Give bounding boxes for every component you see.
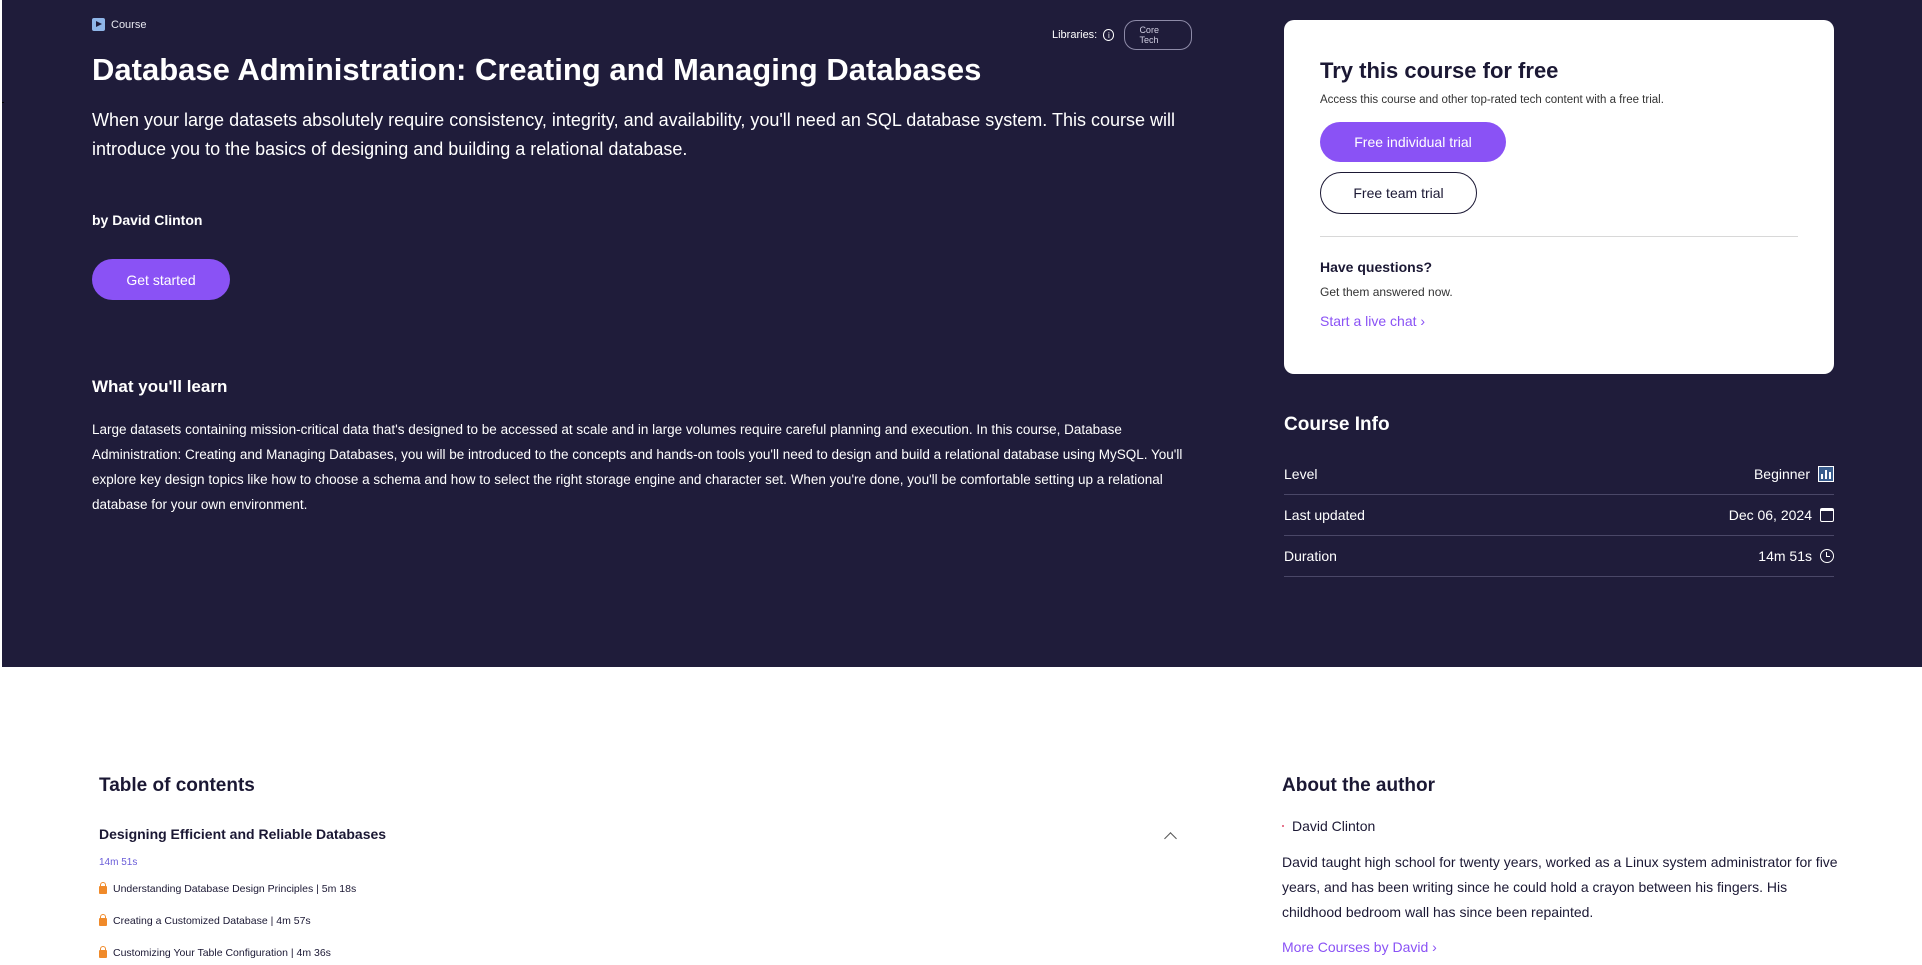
toc-lesson[interactable]: Understanding Database Design Principles… <box>99 882 357 895</box>
course-info-heading: Course Info <box>1284 414 1390 435</box>
learn-heading: What you'll learn <box>92 377 228 396</box>
info-value: Beginner <box>1753 466 1810 482</box>
free-team-trial-button[interactable]: Free team trial <box>1320 172 1477 214</box>
get-started-button[interactable]: Get started <box>92 259 230 300</box>
author-name[interactable]: David Clinton <box>1282 818 1375 834</box>
toc-section-duration: 14m 51s <box>99 857 138 868</box>
course-type-label: Course <box>111 18 147 31</box>
lock-icon <box>99 914 107 926</box>
course-info-row-last-updated: Last updated Dec 06, 2024 <box>1284 495 1834 536</box>
course-type-tag: Course <box>92 18 146 31</box>
free-individual-trial-button[interactable]: Free individual trial <box>1320 122 1506 162</box>
calendar-icon <box>1820 508 1834 522</box>
author-bio: David taught high school for twenty year… <box>1282 854 1838 920</box>
bar-chart-icon <box>1818 466 1834 482</box>
avatar <box>1282 825 1284 827</box>
info-value: 14m 51s <box>1758 548 1812 564</box>
play-icon <box>92 18 105 31</box>
author-name-label: David Clinton <box>1292 818 1376 834</box>
author-byline: by David Clinton <box>92 212 203 228</box>
libraries-label: Libraries: <box>1052 29 1098 41</box>
more-courses-link[interactable]: More Courses by David › <box>1282 939 1437 955</box>
course-info-row-level: Level Beginner <box>1284 454 1834 495</box>
info-label: Last updated <box>1284 507 1365 523</box>
lesson-label: Understanding Database Design Principles… <box>113 883 357 895</box>
page-title: Database Administration: Creating and Ma… <box>92 52 982 87</box>
info-value: Dec 06, 2024 <box>1728 507 1812 523</box>
course-info-row-duration: Duration 14m 51s <box>1284 536 1834 577</box>
toc-lesson[interactable]: Creating a Customized Database | 4m 57s <box>99 914 311 927</box>
questions-heading: Have questions? <box>1320 259 1433 275</box>
library-pill[interactable]: Core Tech <box>1124 20 1192 50</box>
toc-heading: Table of contents <box>99 775 255 796</box>
trial-description: Access this course and other top-rated t… <box>1320 94 1664 106</box>
course-hero: Course Libraries: i Core Tech Database A… <box>2 0 1922 667</box>
questions-subtext: Get them answered now. <box>1320 285 1453 299</box>
free-trial-card: Try this course for free Access this cou… <box>1284 20 1834 374</box>
chevron-up-icon[interactable] <box>1164 832 1177 845</box>
libraries-indicator: Libraries: i Core Tech <box>1052 20 1192 50</box>
info-label: Duration <box>1284 548 1337 564</box>
start-live-chat-link[interactable]: Start a live chat › <box>1320 313 1425 329</box>
toc-section-title[interactable]: Designing Efficient and Reliable Databas… <box>99 826 386 842</box>
trial-heading: Try this course for free <box>1320 58 1559 83</box>
course-subtitle: When your large datasets absolutely requ… <box>92 110 1175 159</box>
lock-icon <box>99 946 107 958</box>
card-divider <box>1320 236 1798 237</box>
edge-mark <box>2 102 4 103</box>
clock-icon <box>1820 549 1834 563</box>
info-icon[interactable]: i <box>1103 29 1115 41</box>
lock-icon <box>99 882 107 894</box>
learn-description: Large datasets containing mission-critic… <box>92 422 1183 512</box>
lesson-label: Creating a Customized Database | 4m 57s <box>113 915 311 927</box>
info-label: Level <box>1284 466 1318 482</box>
lesson-label: Customizing Your Table Configuration | 4… <box>113 947 331 959</box>
course-info-list: Level Beginner Last updated Dec 06, 2024… <box>1284 454 1834 577</box>
about-author-heading: About the author <box>1282 775 1436 796</box>
toc-lesson[interactable]: Customizing Your Table Configuration | 4… <box>99 946 331 959</box>
